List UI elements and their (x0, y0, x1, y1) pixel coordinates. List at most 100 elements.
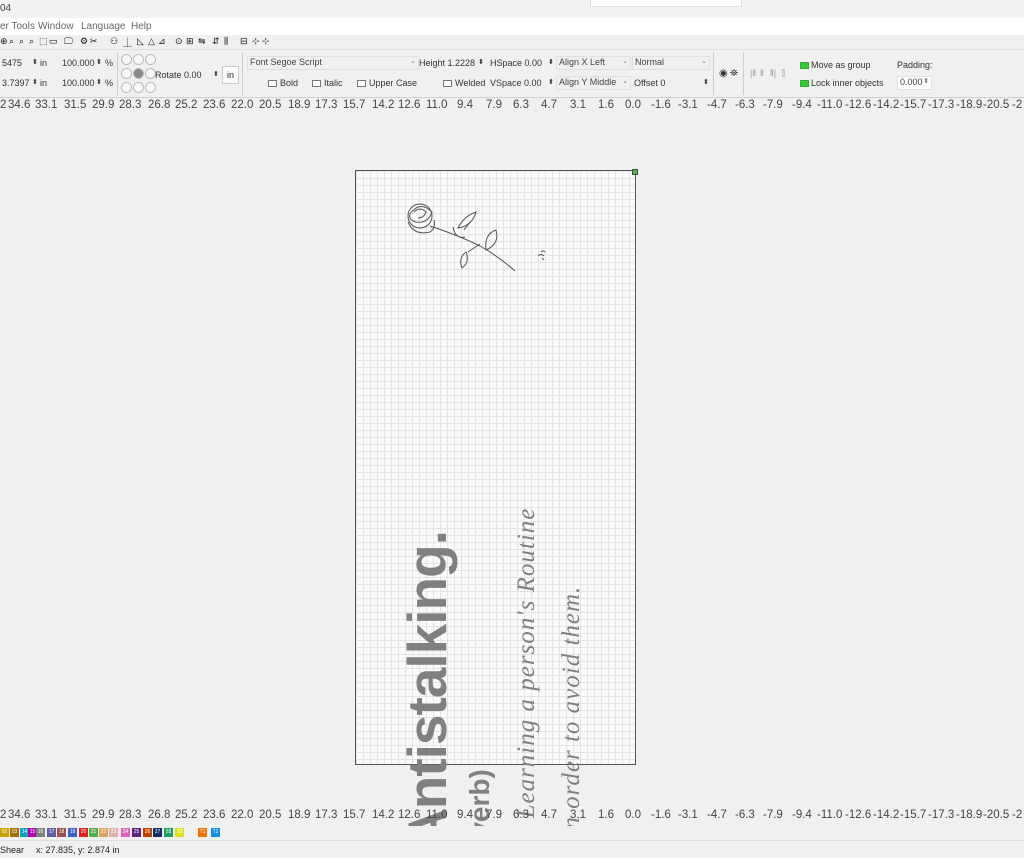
warning-icon[interactable]: △ (148, 36, 155, 47)
palette-swatch[interactable]: 22 (99, 828, 108, 837)
array-icon[interactable]: ⫼ (224, 36, 228, 47)
palette-swatch[interactable]: 17 (47, 828, 56, 837)
welded-checkbox[interactable] (443, 80, 452, 87)
design-line-2[interactable]: In order to avoid them. (558, 586, 586, 839)
palette-swatch[interactable]: 19 (68, 828, 77, 837)
shape-icon[interactable]: ◺ (137, 36, 144, 47)
target-icon[interactable]: ⊙ (175, 36, 183, 47)
text-height-field[interactable]: Height 1.2228 (419, 58, 475, 68)
grid-icon[interactable]: ⊟ (240, 36, 248, 47)
align-y-select[interactable]: Align Y Middle ⌄ (556, 76, 631, 90)
palette-swatch[interactable]: 24 (121, 828, 130, 837)
hspace-spinner-icon[interactable]: ⬍ (548, 58, 554, 66)
vspace-field[interactable]: VSpace 0.00 (490, 78, 542, 88)
flip-icon[interactable]: ⇋ (198, 36, 206, 47)
palette-swatch[interactable]: T1 (198, 828, 207, 837)
top-ruler[interactable]: 2 34.6 33.1 31.5 29.9 28.3 26.8 25.2 23.6 22.0 20.… (0, 99, 1024, 113)
ruler-tick-label: -6.3 (735, 99, 755, 111)
align-center-icon[interactable]: ‖ (760, 68, 764, 78)
tools-icon[interactable]: ✂ (90, 36, 98, 47)
distribute-h-icon[interactable]: ⫿ (782, 68, 785, 79)
crosshair-icon[interactable]: ⊹ (252, 36, 260, 47)
zoom-icon[interactable]: ⌕ (9, 36, 14, 47)
anchor-left[interactable] (121, 68, 132, 79)
spinner-icon: ⬍ (923, 78, 929, 85)
palette-swatch[interactable]: 21 (89, 828, 98, 837)
select-frame-icon[interactable]: ⬚ (39, 36, 48, 47)
bold-checkbox[interactable] (268, 80, 277, 87)
design-title[interactable]: Antistalking. (395, 531, 459, 848)
menu-language[interactable]: Language (81, 21, 126, 32)
hspace-field[interactable]: HSpace 0.00 (490, 58, 542, 68)
scale-y-spinner-icon[interactable]: ⬍ (96, 78, 102, 86)
rotate-unit-button[interactable]: in (222, 66, 239, 84)
page-icon[interactable]: ▭ (49, 36, 58, 47)
canvas-area[interactable]: Antistalking. (verb) - Learning a person… (0, 112, 1024, 848)
scale-x-field[interactable]: 100.000 (62, 58, 95, 68)
ruler-tick-label: 3.1 (570, 809, 586, 821)
zoom-in-icon[interactable]: ⊕ (0, 36, 8, 47)
vspace-spinner-icon[interactable]: ⬍ (548, 78, 554, 86)
zoom-out-icon[interactable]: ⌕ (29, 36, 34, 47)
palette-swatch[interactable]: 03 (10, 828, 19, 837)
monitor-icon[interactable]: 🖵 (64, 36, 73, 47)
height-spinner-icon[interactable]: ⬍ (32, 78, 38, 86)
anchor-center[interactable] (133, 68, 144, 79)
camera-icon[interactable]: ⛯ (730, 68, 738, 79)
mirror-icon[interactable]: ⇵ (212, 36, 220, 47)
distribute-icon[interactable]: ⊞ (186, 36, 194, 47)
anchor-top-left[interactable] (121, 54, 132, 65)
italic-checkbox[interactable] (312, 80, 321, 87)
palette-swatch[interactable]: 02 (0, 828, 9, 837)
palette-swatch[interactable]: 29 (175, 828, 184, 837)
snap-icon[interactable]: ⊹ (262, 36, 270, 47)
width-spinner-icon[interactable]: ⬍ (32, 58, 38, 66)
palette-swatch[interactable]: 18 (57, 828, 66, 837)
palette-swatch[interactable]: 16 (36, 828, 45, 837)
bottom-ruler[interactable]: 2 34.6 33.1 31.5 29.9 28.3 26.8 25.2 23.6 22.0 20.… (0, 809, 1024, 823)
text-height-spinner-icon[interactable]: ⬍ (478, 58, 484, 66)
design-line-1[interactable]: - Learning a person's Routine (513, 508, 541, 835)
lock-inner-checkbox[interactable] (800, 80, 809, 87)
padding-field[interactable]: 0.000 ⬍ (897, 76, 932, 90)
offset-spinner-icon[interactable]: ⬍ (703, 78, 709, 86)
users-icon[interactable]: ⚇ (110, 36, 118, 47)
anchor-top[interactable] (133, 54, 144, 65)
align-icon[interactable]: ⏊ (123, 36, 132, 49)
node-icon[interactable]: ⊿ (158, 36, 166, 47)
italic-label: Italic (324, 78, 343, 88)
menu-tools[interactable]: er Tools (0, 21, 35, 32)
anchor-bottom[interactable] (133, 82, 144, 93)
palette-swatch[interactable]: 20 (79, 828, 88, 837)
settings-icon[interactable]: ⚙ (80, 36, 88, 47)
palette-swatch[interactable]: 23 (109, 828, 118, 837)
rotate-field[interactable]: Rotate 0.00 (155, 70, 202, 80)
rotate-spinner-icon[interactable]: ⬍ (213, 70, 219, 78)
align-left-icon[interactable]: |‖ (750, 68, 756, 78)
menu-help[interactable]: Help (131, 21, 152, 32)
offset-field[interactable]: Offset 0 (634, 78, 665, 88)
font-select[interactable]: Font Segoe Script ⌄ (247, 56, 419, 70)
height-field[interactable]: 3.7397 (2, 78, 30, 88)
weight-select[interactable]: Normal ⌄ (632, 56, 710, 70)
anchor-top-right[interactable] (145, 54, 156, 65)
scale-x-spinner-icon[interactable]: ⬍ (96, 58, 102, 66)
upper-case-checkbox[interactable] (357, 80, 366, 87)
width-field[interactable]: 5475 (2, 58, 22, 68)
eye-icon[interactable]: ◉ (719, 68, 728, 79)
palette-swatch[interactable]: 25 (132, 828, 141, 837)
palette-swatch[interactable]: T2 (211, 828, 220, 837)
menu-window[interactable]: Window (38, 21, 74, 32)
palette-swatch[interactable]: 27 (153, 828, 162, 837)
zoom-fit-icon[interactable]: ⌕ (19, 36, 24, 47)
scale-y-field[interactable]: 100.000 (62, 78, 95, 88)
palette-swatch[interactable]: 26 (143, 828, 152, 837)
align-right-icon[interactable]: ‖| (770, 68, 776, 78)
rose-graphic[interactable] (400, 192, 560, 282)
selection-handle[interactable] (632, 169, 638, 175)
palette-swatch[interactable]: 28 (164, 828, 173, 837)
move-as-group-checkbox[interactable] (800, 62, 809, 69)
anchor-bottom-left[interactable] (121, 82, 132, 93)
align-x-select[interactable]: Align X Left ⌄ (556, 56, 631, 70)
anchor-bottom-right[interactable] (145, 82, 156, 93)
